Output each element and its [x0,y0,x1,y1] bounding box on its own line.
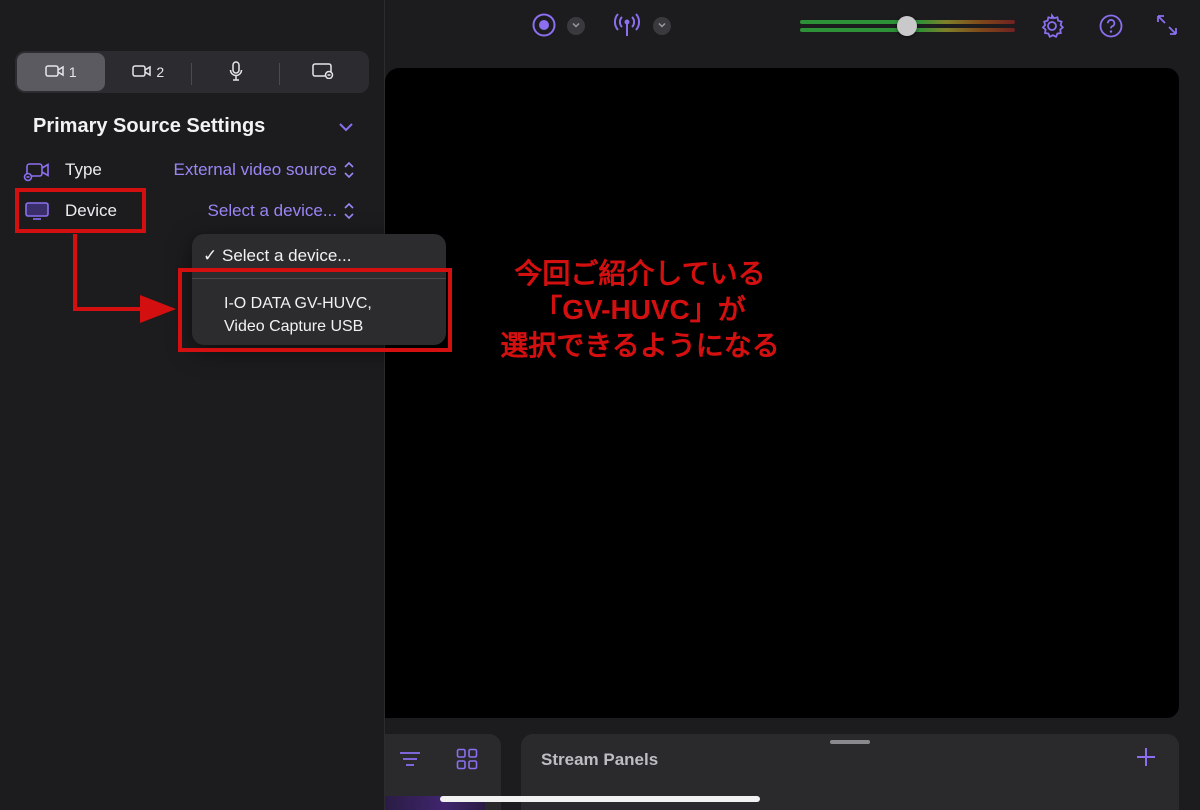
add-panel-button[interactable] [1135,746,1157,773]
chevron-down-icon [571,17,581,35]
annotation-line: 選択できるようになる [500,330,780,361]
app-root: Stream Panels 1 2 Primary Source Setting… [0,0,1200,810]
option-highlight-box [178,268,452,352]
section-title: Primary Source Settings [33,115,266,137]
antenna-icon [613,12,641,43]
segment-screen-share[interactable] [280,53,368,91]
menu-item-select-device[interactable]: ✓ Select a device... [203,246,351,266]
settings-button[interactable] [1039,13,1065,44]
segment-camera-1[interactable]: 1 [17,53,105,91]
type-value[interactable]: External video source [174,160,337,180]
screen-share-icon [312,62,334,82]
segment-label: 1 [68,64,77,80]
chevron-down-icon [338,120,354,137]
record-options-button[interactable] [567,17,585,35]
type-label: Type [65,160,102,179]
fullscreen-button[interactable] [1155,13,1179,42]
microphone-icon [229,60,243,84]
type-row: Type External video source [0,152,385,188]
top-toolbar [385,0,1200,52]
broadcast-options-button[interactable] [653,17,671,35]
gear-icon [1039,13,1065,44]
annotation-text: 今回ご紹介している 「GV-HUVC」が 選択できるようになる [470,256,810,364]
source-settings-sidebar: 1 2 Primary Source Settings Type Externa… [0,0,385,810]
video-preview[interactable] [385,68,1179,718]
segment-microphone[interactable] [192,53,280,91]
external-video-icon [23,158,51,187]
up-down-chevron-icon [343,161,355,184]
source-segmented-control: 1 2 [15,51,369,93]
up-down-chevron-icon [343,202,355,225]
audio-level-slider[interactable] [800,16,1015,36]
chevron-down-icon [657,17,667,35]
record-button[interactable] [531,12,557,43]
expand-icon [1155,13,1179,42]
checkmark-icon: ✓ [203,246,218,265]
camera-icon [45,64,65,81]
menu-item-label: Select a device... [221,246,352,265]
segment-camera-2[interactable]: 2 [105,53,192,91]
stream-panels-title: Stream Panels [541,750,659,769]
help-button[interactable] [1098,13,1124,44]
plus-icon [1135,748,1157,772]
list-view-icon[interactable] [399,750,421,773]
section-collapse-button[interactable] [338,120,354,138]
device-highlight-box [15,188,146,233]
home-indicator[interactable] [440,796,760,802]
annotation-line: 今回ご紹介している [514,258,766,289]
panel-grabber[interactable] [830,740,870,744]
help-icon [1098,13,1124,44]
grid-view-icon[interactable] [456,748,478,775]
device-value[interactable]: Select a device... [208,201,337,221]
broadcast-button[interactable] [613,12,641,43]
segment-label: 2 [156,64,165,80]
record-icon [531,12,557,43]
volume-slider-knob[interactable] [897,16,917,36]
annotation-line: 「GV-HUVC」が [534,294,746,325]
camera-icon [132,64,152,81]
